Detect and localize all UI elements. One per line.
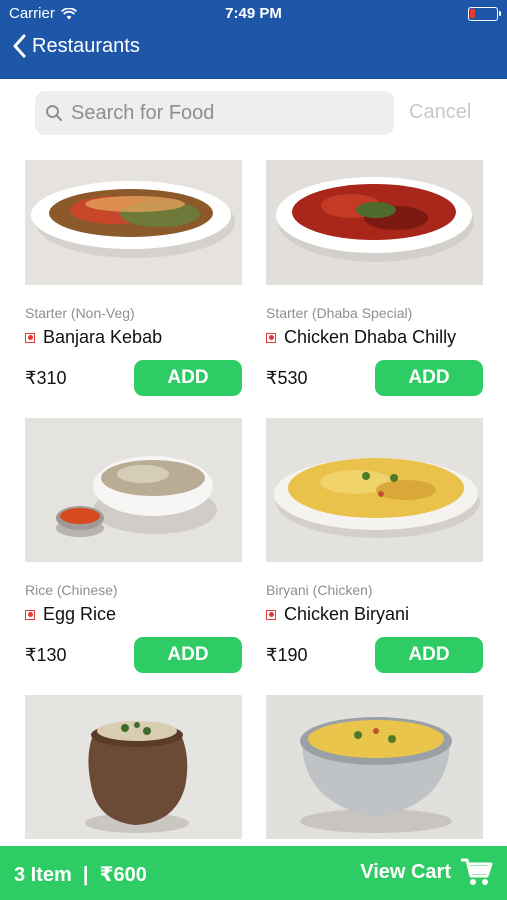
food-image [266,695,483,839]
menu-item-card [25,695,242,839]
item-price: ₹310 [25,368,67,388]
battery-icon [468,7,501,21]
search-input[interactable]: Search for Food [35,91,394,135]
non-veg-marker-icon [25,609,35,620]
cart-summary: 3 Item | ₹600 [14,864,147,886]
view-cart-label: View Cart [360,860,451,883]
add-button[interactable]: ADD [134,637,242,673]
add-button[interactable]: ADD [375,360,483,396]
menu-item-card [266,695,483,839]
menu-item-card: Biryani (Chicken) Chicken Biryani ₹190 A… [266,418,483,673]
search-icon [46,105,62,121]
menu-item-card: Rice (Chinese) Egg Rice ₹130 ADD [25,418,242,673]
back-button[interactable]: Restaurants [12,34,140,58]
item-name-row: Chicken Dhaba Chilly [266,327,483,348]
food-image [25,418,242,562]
item-name: Chicken Dhaba Chilly [284,327,457,347]
item-name: Banjara Kebab [43,327,163,347]
cancel-button[interactable]: Cancel [409,101,471,124]
price-row: ₹190 ADD [266,637,483,673]
item-name-row: Chicken Biryani [266,604,483,625]
item-name: Chicken Biryani [284,604,410,624]
view-cart-button[interactable]: View Cart [360,857,493,887]
back-chevron-icon [13,34,26,58]
food-image [25,160,242,285]
price-row: ₹530 ADD [266,360,483,396]
item-name-row: Egg Rice [25,604,242,625]
item-name-row: Banjara Kebab [25,327,242,348]
app-header: Carrier 7:49 PM Restaurants [0,0,507,79]
non-veg-marker-icon [266,609,276,620]
non-veg-marker-icon [25,332,35,343]
menu-item-card: Starter (Dhaba Special) Chicken Dhaba Ch… [266,160,483,396]
cart-icon [461,858,493,885]
food-image [266,418,483,562]
item-price: ₹130 [25,645,67,665]
add-button[interactable]: ADD [375,637,483,673]
search-placeholder: Search for Food [71,101,215,124]
status-time: 7:49 PM [225,5,282,22]
search-bar: Search for Food Cancel [35,91,485,135]
item-category: Starter (Dhaba Special) [266,305,413,321]
price-row: ₹310 ADD [25,360,242,396]
status-bar: Carrier 7:49 PM [0,0,507,28]
cart-bar[interactable]: 3 Item | ₹600 View Cart [0,846,507,900]
item-category: Starter (Non-Veg) [25,305,135,321]
food-image [25,695,242,839]
item-price: ₹190 [266,645,308,665]
non-veg-marker-icon [266,332,276,343]
food-image [266,160,483,285]
back-label: Restaurants [32,34,140,57]
item-price: ₹530 [266,368,308,388]
item-category: Biryani (Chicken) [266,582,373,598]
price-row: ₹130 ADD [25,637,242,673]
add-button[interactable]: ADD [134,360,242,396]
item-category: Rice (Chinese) [25,582,118,598]
item-name: Egg Rice [43,604,117,624]
menu-item-card: Starter (Non-Veg) Banjara Kebab ₹310 ADD [25,160,242,396]
